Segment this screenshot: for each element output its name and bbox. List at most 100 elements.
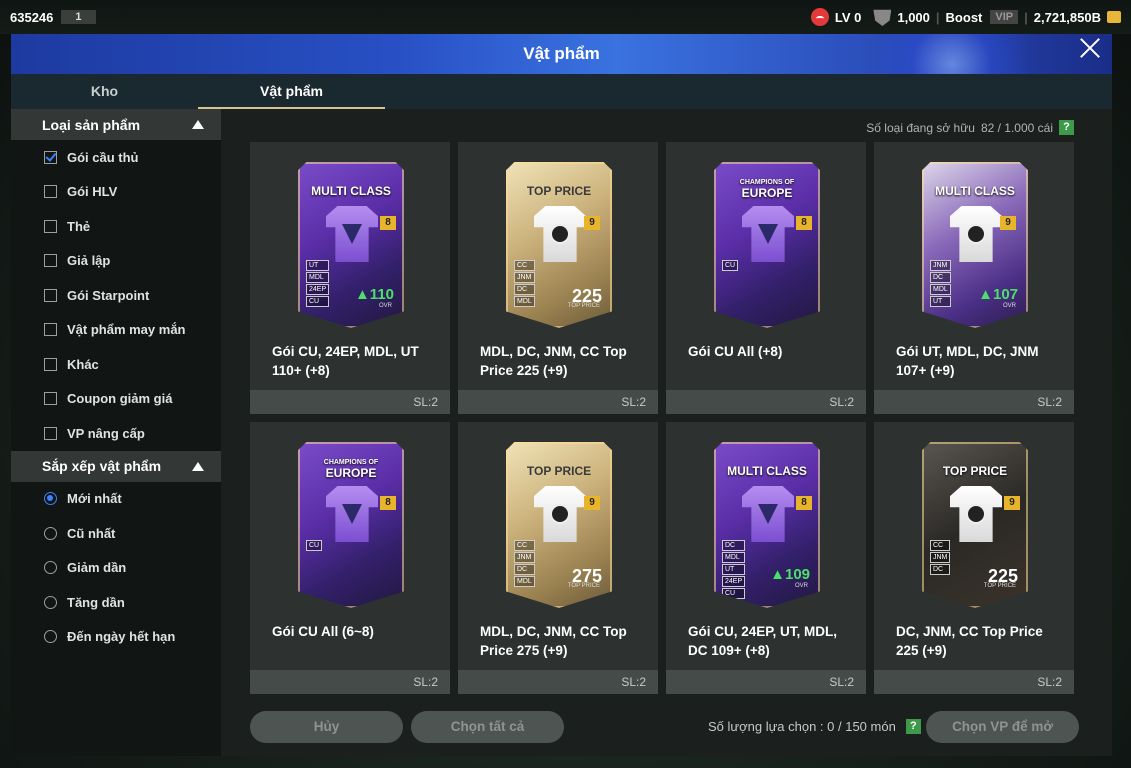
item-name: MDL, DC, JNM, CC Top Price 225 (+9) [480, 344, 627, 378]
item-quantity: SL:2 [666, 670, 866, 694]
filter-sidebar: Loại sản phẩm Gói cầu thủ Gói HLV Thẻ Giả l… [11, 109, 221, 756]
player-pack-image: MULTI CLASS 8 DC MDL UT 24EP CU ▲109 OVR [714, 442, 820, 608]
checkbox-icon[interactable] [44, 219, 57, 233]
item-card[interactable]: CHAMPIONS OF EUROPE 8 CU Gói CU All (+8) SL:2 [666, 142, 866, 414]
shield-icon [873, 9, 892, 26]
level-icon [810, 8, 829, 26]
sort-list: Mới nhất Cũ nhất Giảm dần Tăng dần Đến ngày … [11, 482, 221, 655]
item-quantity: SL:2 [250, 390, 450, 414]
tab-items[interactable]: Vật phẩm [198, 74, 385, 109]
close-icon[interactable] [1073, 34, 1107, 65]
item-card[interactable]: MULTI CLASS 8 UT MDL 24EP CU ▲110 OVR Gói CU, 24… [250, 142, 450, 414]
filter-option-label: Vật phẩm may mắn [67, 322, 186, 338]
card-frame [922, 442, 1028, 608]
radio-icon[interactable] [44, 526, 57, 540]
player-pack-image: CHAMPIONS OF EUROPE 8 CU [298, 442, 404, 608]
tab-storage[interactable]: Kho [11, 74, 198, 109]
card-frame [714, 162, 820, 328]
sort-option-label: Cũ nhất [67, 525, 116, 541]
boost-label[interactable]: Boost [946, 10, 983, 25]
divider: | [935, 9, 940, 25]
filter-option[interactable]: Gói cầu thủ [11, 140, 221, 175]
sort-option-label: Mới nhất [67, 491, 122, 507]
checkbox-icon[interactable] [44, 323, 57, 337]
sort-option[interactable]: Cũ nhất [11, 516, 221, 551]
filter-option[interactable]: Vật phẩm may mắn [11, 313, 221, 348]
help-icon[interactable]: ? [905, 719, 921, 734]
card-frame [506, 442, 612, 608]
checkbox-icon[interactable] [44, 392, 57, 406]
item-card[interactable]: MULTI CLASS 8 DC MDL UT 24EP CU ▲109 OVR Gói CU, … [666, 422, 866, 694]
item-name: Gói CU All (+8) [688, 344, 783, 359]
checkbox-icon[interactable] [44, 357, 57, 371]
item-card[interactable]: MULTI CLASS 9 JNM DC MDL UT ▲107 OVR Gói UT, MDL… [874, 142, 1074, 414]
tab-bar: Kho Vật phẩm [11, 74, 1112, 109]
item-quantity: SL:2 [874, 390, 1074, 414]
product-type-title: Loại sản phẩm [42, 116, 141, 133]
filter-option[interactable]: Thẻ [11, 209, 221, 244]
player-pack-image: MULTI CLASS 9 JNM DC MDL UT ▲107 OVR [922, 162, 1028, 328]
checkbox-icon[interactable] [44, 288, 57, 302]
item-card[interactable]: TOP PRICE 9 CC JNM DC MDL 225 TOP PRICE MDL, DC,… [458, 142, 658, 414]
player-pack-image: TOP PRICE 9 CC JNM DC MDL 275 TOP PRICE [506, 442, 612, 608]
card-frame [714, 442, 820, 608]
selection-count-text: Số lượng lựa chọn : 0 / 150 món [708, 719, 896, 734]
card-frame [298, 442, 404, 608]
cancel-button[interactable]: Hủy [250, 711, 403, 743]
coin-icon [1107, 11, 1121, 23]
radio-icon[interactable] [44, 595, 57, 609]
help-icon[interactable]: ? [1059, 120, 1074, 135]
user-id: 635246 [10, 9, 54, 25]
window-title-bar: Vật phẩm [11, 34, 1112, 74]
card-frame [922, 162, 1028, 328]
filter-option-label: Gói HLV [67, 184, 118, 200]
select-all-button[interactable]: Chọn tất cả [411, 711, 564, 743]
product-type-header[interactable]: Loại sản phẩm [11, 109, 221, 140]
filter-option[interactable]: Gói Starpoint [11, 278, 221, 313]
sort-header[interactable]: Sắp xếp vật phẩm [11, 450, 221, 482]
filter-option-label: Coupon giảm giá [67, 391, 173, 407]
item-name: Gói CU, 24EP, UT, MDL, DC 109+ (+8) [688, 624, 838, 658]
filter-option-label: Gói cầu thủ [67, 149, 139, 165]
player-pack-image: TOP PRICE 9 CC JNM DC 225 TOP PRICE [922, 442, 1028, 608]
radio-icon[interactable] [44, 561, 57, 575]
radio-icon[interactable] [44, 492, 57, 506]
player-pack-image: MULTI CLASS 8 UT MDL 24EP CU ▲110 OVR [298, 162, 404, 328]
card-frame [506, 162, 612, 328]
filter-option-label: Giả lập [67, 253, 111, 269]
filter-option-label: Khác [67, 356, 99, 372]
checkbox-icon[interactable] [44, 254, 57, 268]
item-name: MDL, DC, JNM, CC Top Price 275 (+9) [480, 624, 627, 658]
filter-option-label: VP nâng cấp [67, 425, 145, 441]
filter-option[interactable]: Giả lập [11, 244, 221, 279]
radio-icon[interactable] [44, 630, 57, 644]
items-window: Vật phẩm Kho Vật phẩm Loại sản phẩm Gói … [11, 34, 1112, 756]
owned-value: 82 / 1.000 cái [980, 120, 1053, 135]
sort-option[interactable]: Đến ngày hết hạn [11, 620, 221, 655]
item-card[interactable]: TOP PRICE 9 CC JNM DC MDL 275 TOP PRICE MDL, DC,… [458, 422, 658, 694]
points-text: 1,000 [897, 9, 930, 25]
divider: | [1024, 9, 1028, 25]
item-name: DC, JNM, CC Top Price 225 (+9) [896, 624, 1043, 658]
sort-option-label: Giảm dần [67, 560, 127, 576]
item-quantity: SL:2 [458, 390, 658, 414]
filter-option[interactable]: Coupon giảm giá [11, 382, 221, 417]
sort-option[interactable]: Giảm dần [11, 551, 221, 586]
filter-option[interactable]: VP nâng cấp [11, 416, 221, 451]
filter-option[interactable]: Khác [11, 347, 221, 382]
sort-title: Sắp xếp vật phẩm [42, 458, 162, 474]
item-card[interactable]: CHAMPIONS OF EUROPE 8 CU Gói CU All (6~8) SL:… [250, 422, 450, 694]
item-quantity: SL:2 [874, 670, 1074, 694]
checkbox-icon[interactable] [44, 426, 57, 440]
item-quantity: SL:2 [250, 670, 450, 694]
sort-option[interactable]: Mới nhất [11, 482, 221, 517]
selection-count: Số lượng lựa chọn : 0 / 150 món ? [708, 719, 921, 734]
filter-option[interactable]: Gói HLV [11, 175, 221, 210]
sort-option[interactable]: Tăng dần [11, 585, 221, 620]
checkbox-icon[interactable] [44, 150, 57, 164]
product-type-list: Gói cầu thủ Gói HLV Thẻ Giả lập Gói Starpoin… [11, 140, 221, 451]
item-card[interactable]: TOP PRICE 9 CC JNM DC 225 TOP PRICE DC, JNM, CC… [874, 422, 1074, 694]
open-selected-button[interactable]: Chọn VP để mở [926, 711, 1079, 743]
checkbox-icon[interactable] [44, 185, 57, 199]
filter-option-label: Thẻ [67, 218, 91, 234]
